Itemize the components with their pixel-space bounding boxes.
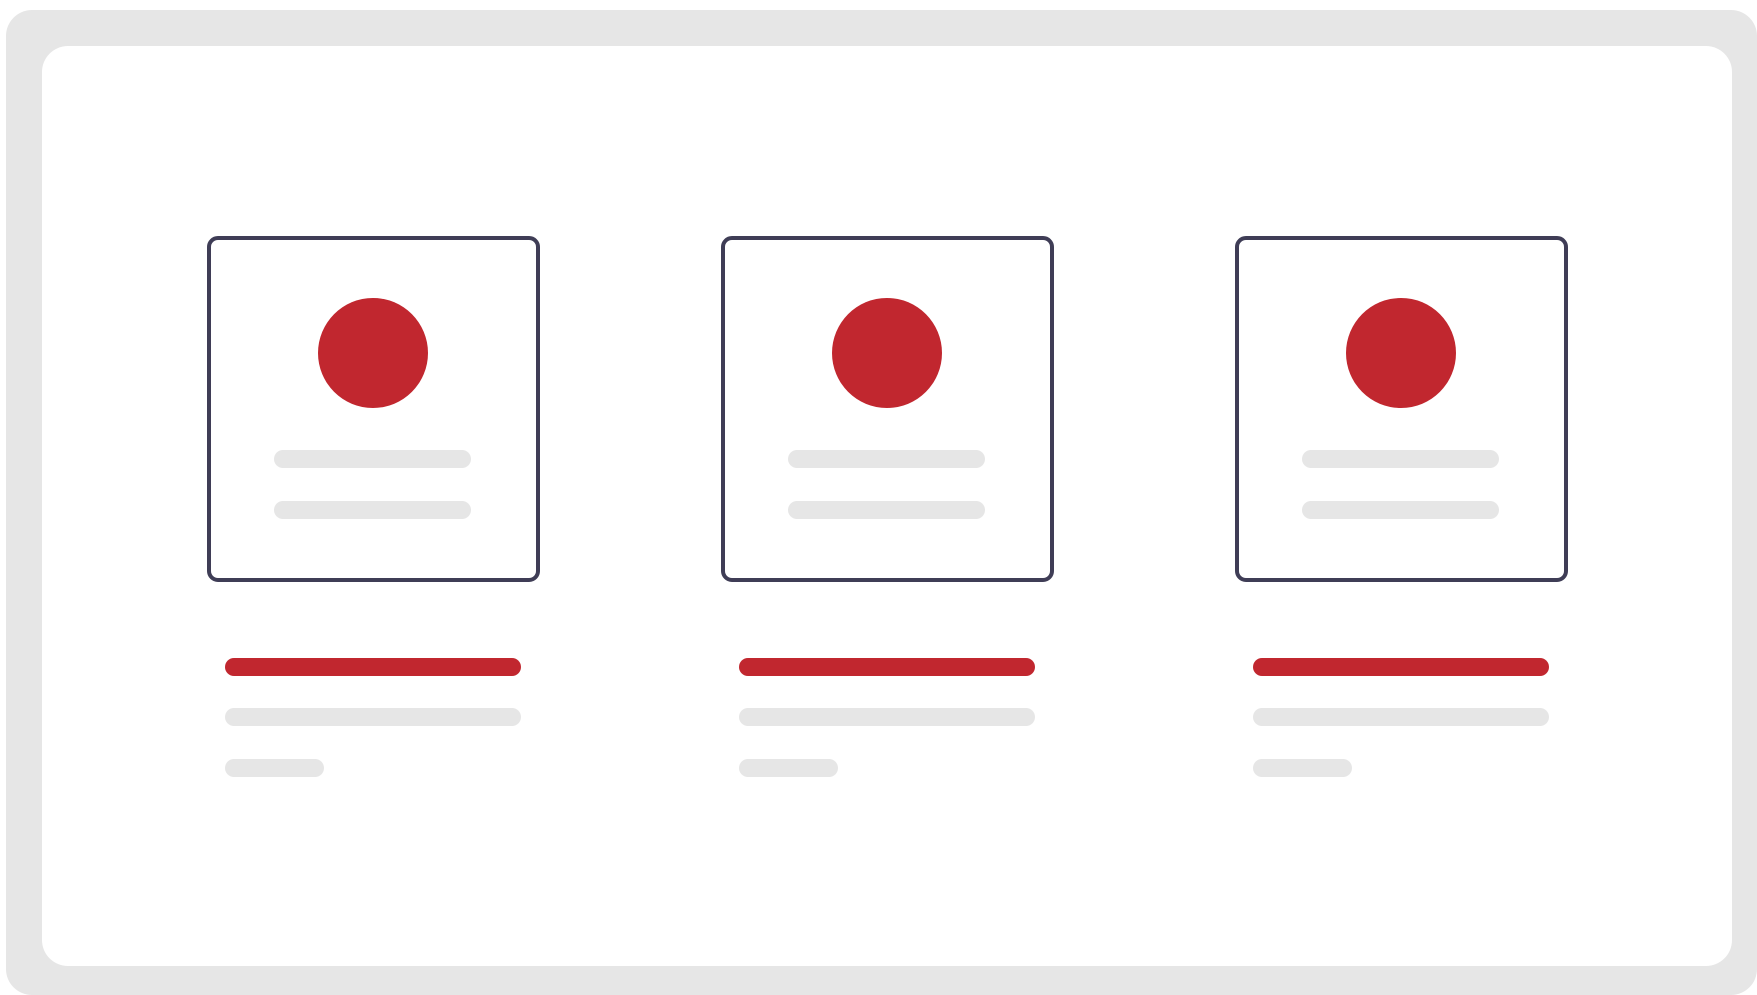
- user-avatar-icon: [1346, 298, 1456, 408]
- user-avatar-icon: [832, 298, 942, 408]
- wireframe-illustration: [0, 0, 1757, 995]
- wireframe-svg: [6, 10, 1757, 995]
- user-avatar-icon: [318, 298, 428, 408]
